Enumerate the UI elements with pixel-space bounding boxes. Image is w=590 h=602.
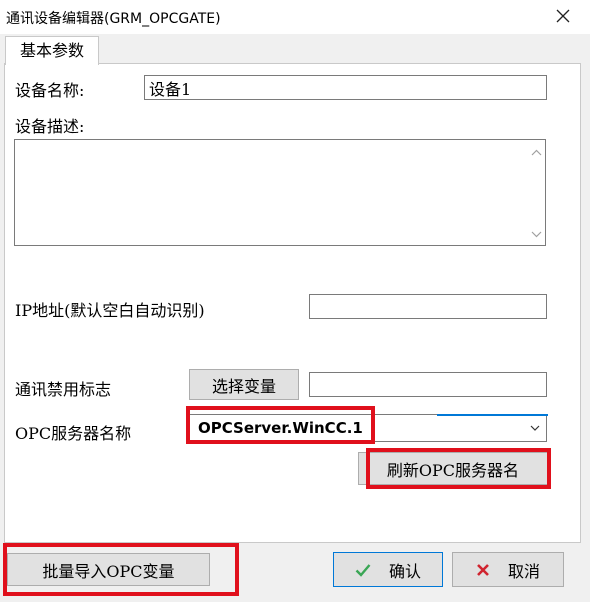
cancel-button-label: 取消 bbox=[507, 561, 540, 581]
cross-icon bbox=[476, 563, 490, 577]
opc-server-value: OPCServer.WinCC.1 bbox=[198, 419, 363, 437]
scroll-down-icon[interactable] bbox=[531, 229, 542, 239]
chevron-down-icon[interactable] bbox=[530, 424, 540, 432]
close-icon bbox=[556, 9, 570, 23]
close-button[interactable] bbox=[546, 2, 580, 30]
device-desc-textarea[interactable] bbox=[14, 139, 546, 246]
ip-address-input[interactable] bbox=[309, 294, 547, 319]
window-edge bbox=[584, 34, 590, 602]
comm-disable-input[interactable] bbox=[309, 372, 547, 397]
desc-scrollbar[interactable] bbox=[528, 140, 545, 245]
opc-server-label: OPC服务器名称 bbox=[15, 424, 132, 443]
title-bar: 通讯设备编辑器(GRM_OPCGATE) bbox=[0, 0, 590, 34]
select-variable-button[interactable]: 选择变量 bbox=[189, 369, 299, 400]
ok-button[interactable]: 确认 bbox=[333, 552, 443, 587]
device-name-label: 设备名称: bbox=[15, 81, 85, 100]
window-title: 通讯设备编辑器(GRM_OPCGATE) bbox=[6, 11, 221, 27]
ok-button-label: 确认 bbox=[388, 561, 421, 581]
cancel-button[interactable]: 取消 bbox=[452, 552, 564, 587]
tab-basic-params[interactable]: 基本参数 bbox=[5, 36, 99, 65]
batch-import-opc-button[interactable]: 批量导入OPC变量 bbox=[7, 553, 210, 586]
ip-address-label: IP地址(默认空白自动识别) bbox=[15, 301, 205, 320]
select-focus-accent bbox=[437, 414, 548, 416]
refresh-opc-server-button[interactable]: 刷新OPC服务器名 bbox=[358, 452, 548, 485]
checkmark-icon bbox=[355, 563, 371, 577]
comm-disable-label: 通讯禁用标志 bbox=[15, 380, 112, 399]
device-desc-label: 设备描述: bbox=[15, 117, 85, 136]
opc-server-select[interactable]: OPCServer.WinCC.1 bbox=[189, 414, 548, 442]
device-name-input[interactable] bbox=[144, 75, 547, 100]
scroll-up-icon[interactable] bbox=[531, 148, 542, 158]
